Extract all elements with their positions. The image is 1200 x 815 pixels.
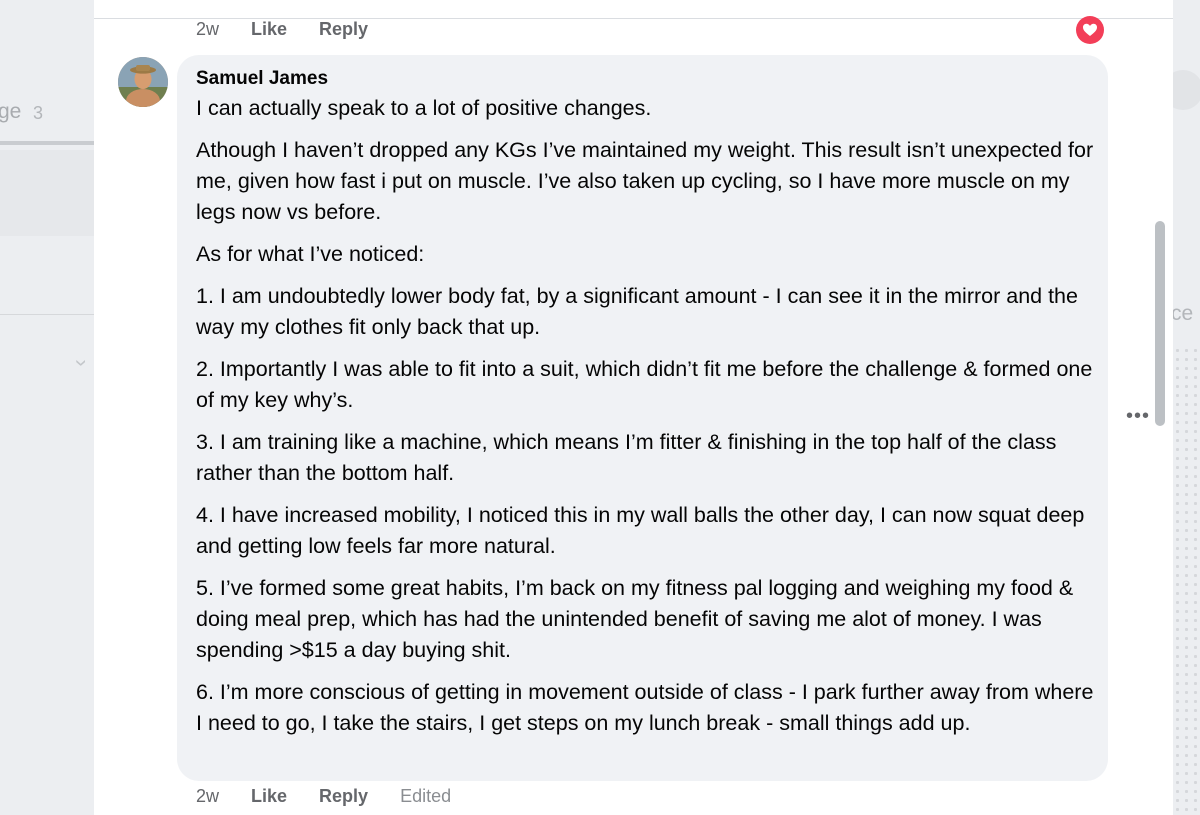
comment-paragraph: Athough I haven’t dropped any KGs I’ve m… [196,138,1094,224]
comment-paragraph: 5. I’ve formed some great habits, I’m ba… [196,576,1074,662]
more-horizontal-icon[interactable]: ••• [1126,405,1150,428]
background-pattern [1173,346,1200,815]
background-left-pane: ge 3 ‹ [0,0,94,815]
comment-paragraph: 3. I am training like a machine, which m… [196,430,1057,485]
reply-button[interactable]: Reply [319,786,368,807]
like-button[interactable]: Like [251,786,287,807]
background-count: 3 [33,103,44,123]
heart-reaction-icon[interactable] [1076,16,1104,44]
reply-button[interactable]: Reply [319,19,368,40]
comment-timestamp[interactable]: 2w [196,786,219,807]
background-divider [0,314,94,315]
panel-header-edge [94,0,1173,18]
comment-paragraph: 4. I have increased mobility, I noticed … [196,503,1085,558]
background-tab-underline [0,141,94,145]
previous-comment-actions: 2w Like Reply [196,19,400,40]
background-label-right: ce [1173,302,1194,325]
comment-actions: 2w Like Reply Edited [196,786,483,807]
chevron-icon: ‹ [66,359,92,367]
background-block [0,150,94,236]
background-label: ge [0,100,22,123]
comment-paragraph: 1. I am undoubtedly lower body fat, by a… [196,284,1078,339]
heart-icon [1083,23,1097,36]
background-avatar [1173,70,1200,110]
comment-paragraph: I can actually speak to a lot of positiv… [196,96,652,120]
scrollbar-thumb[interactable] [1155,221,1165,426]
profile-photo [118,57,168,107]
comment-author[interactable]: Samuel James [196,68,328,90]
avatar[interactable] [118,57,168,107]
comment-paragraph: 6. I’m more conscious of getting in move… [196,680,1094,735]
edited-label: Edited [400,786,452,806]
comment-paragraph: As for what I’ve noticed: [196,242,425,266]
like-button[interactable]: Like [251,19,287,40]
comment-paragraph: 2. Importantly I was able to fit into a … [196,357,1093,412]
comments-panel: 2w Like Reply Samuel James I can actuall… [94,0,1173,815]
background-right-pane: ce [1173,0,1200,815]
comment-timestamp[interactable]: 2w [196,19,219,40]
comment-text: I can actually speak to a lot of positiv… [196,93,1096,750]
